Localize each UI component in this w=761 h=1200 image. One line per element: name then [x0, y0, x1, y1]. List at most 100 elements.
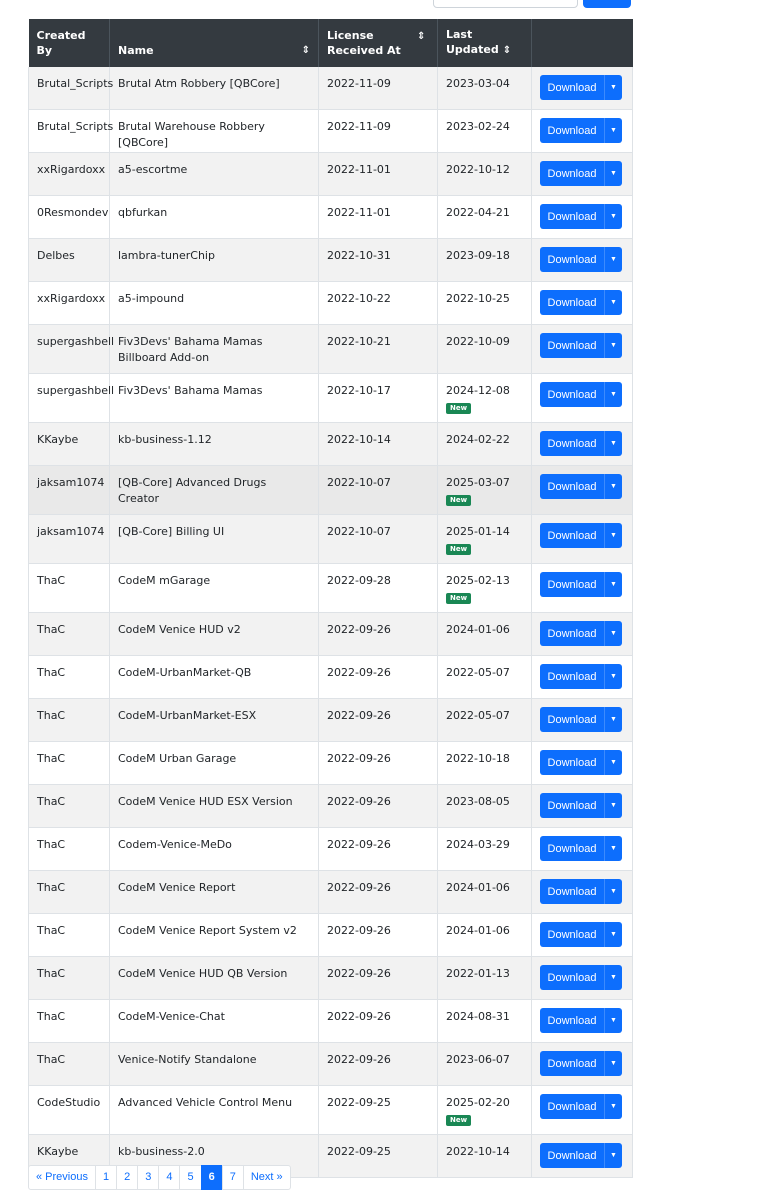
download-button[interactable]: Download [540, 382, 604, 407]
download-button[interactable]: Download [540, 247, 604, 272]
cell-name: CodeM-Venice-Chat [109, 999, 319, 1043]
caret-down-icon[interactable]: ▼ [604, 523, 622, 548]
download-button[interactable]: Download [540, 118, 604, 143]
caret-down-icon[interactable]: ▼ [604, 965, 622, 990]
cell-last-updated-text: 2022-10-09 [446, 335, 510, 348]
search-input[interactable] [433, 0, 578, 8]
caret-down-icon[interactable]: ▼ [604, 707, 622, 732]
caret-down-icon[interactable]: ▼ [604, 836, 622, 861]
table-header-row: Created By Name ⇕ License Received At ⇕ La… [28, 19, 633, 67]
caret-down-icon[interactable]: ▼ [604, 750, 622, 775]
cell-name-text: a5-escortme [118, 163, 188, 176]
caret-down-icon[interactable]: ▼ [604, 474, 622, 499]
pagination-page-3[interactable]: 3 [137, 1165, 160, 1190]
search-button[interactable] [583, 0, 631, 8]
caret-down-icon[interactable]: ▼ [604, 1143, 622, 1168]
download-button[interactable]: Download [540, 204, 604, 229]
download-button[interactable]: Download [540, 879, 604, 904]
column-header-created-by[interactable]: Created By [28, 19, 110, 67]
cell-created-by-text: ThaC [37, 623, 66, 636]
caret-down-icon[interactable]: ▼ [604, 247, 622, 272]
download-button[interactable]: Download [540, 572, 604, 597]
caret-down-icon[interactable]: ▼ [604, 879, 622, 904]
download-button[interactable]: Download [540, 750, 604, 775]
pagination-page-6[interactable]: 6 [200, 1165, 223, 1190]
download-button[interactable]: Download [540, 1051, 604, 1076]
download-button[interactable]: Download [540, 161, 604, 186]
download-button[interactable]: Download [540, 333, 604, 358]
column-header-license-received[interactable]: License Received At ⇕ [318, 19, 438, 67]
cell-license-received-text: 2022-09-26 [327, 623, 391, 636]
caret-down-icon[interactable]: ▼ [604, 118, 622, 143]
caret-down-icon[interactable]: ▼ [604, 431, 622, 456]
download-button-group: Download ▼ [540, 664, 624, 689]
cell-license-received-text: 2022-10-31 [327, 249, 391, 262]
cell-license-received-text: 2022-11-01 [327, 206, 391, 219]
download-button[interactable]: Download [540, 664, 604, 689]
pagination-previous[interactable]: « Previous [28, 1165, 96, 1190]
cell-created-by-text: ThaC [37, 574, 66, 587]
download-button[interactable]: Download [540, 836, 604, 861]
download-button[interactable]: Download [540, 431, 604, 456]
caret-down-icon[interactable]: ▼ [604, 793, 622, 818]
cell-last-updated: 2023-06-07 [437, 1042, 532, 1086]
cell-last-updated-text: 2023-02-24 [446, 120, 510, 133]
download-button[interactable]: Download [540, 290, 604, 315]
download-button[interactable]: Download [540, 1094, 604, 1119]
caret-down-icon[interactable]: ▼ [604, 621, 622, 646]
cell-last-updated: 2024-01-06 [437, 870, 532, 914]
cell-created-by-text: ThaC [37, 1053, 66, 1066]
download-button[interactable]: Download [540, 1008, 604, 1033]
pagination-page-4[interactable]: 4 [158, 1165, 181, 1190]
sort-icon: ⇕ [417, 31, 426, 42]
cell-license-received: 2022-09-26 [318, 1042, 438, 1086]
cell-license-received-text: 2022-09-26 [327, 709, 391, 722]
cell-last-updated-text: 2024-03-29 [446, 838, 510, 851]
pagination-next[interactable]: Next » [242, 1165, 291, 1190]
new-badge: New [446, 544, 472, 555]
cell-last-updated-text: 2024-01-06 [446, 623, 510, 636]
download-button[interactable]: Download [540, 793, 604, 818]
cell-last-updated-text: 2025-01-14 [446, 525, 510, 538]
pagination-page-1[interactable]: 1 [94, 1165, 118, 1190]
download-button[interactable]: Download [540, 965, 604, 990]
pagination-page-5[interactable]: 5 [179, 1165, 202, 1190]
cell-last-updated-text: 2023-03-04 [446, 77, 510, 90]
download-button[interactable]: Download [540, 75, 604, 100]
caret-down-icon[interactable]: ▼ [604, 1008, 622, 1033]
download-button[interactable]: Download [540, 707, 604, 732]
cell-last-updated: 2022-10-09 [437, 324, 532, 374]
caret-down-icon[interactable]: ▼ [604, 290, 622, 315]
cell-created-by-text: 0Resmondev [37, 206, 109, 219]
caret-down-icon[interactable]: ▼ [604, 161, 622, 186]
caret-down-icon[interactable]: ▼ [604, 1051, 622, 1076]
table-row: ThaC CodeM Venice Report System v2 2022-09… [28, 913, 633, 957]
cell-actions: Download ▼ [531, 698, 633, 742]
caret-down-icon[interactable]: ▼ [604, 1094, 622, 1119]
cell-created-by-text: KKaybe [37, 1145, 79, 1158]
download-button-group: Download ▼ [540, 621, 624, 646]
cell-created-by: Delbes [28, 238, 110, 282]
cell-license-received: 2022-09-26 [318, 698, 438, 742]
download-button[interactable]: Download [540, 474, 604, 499]
pagination-page-7[interactable]: 7 [221, 1165, 244, 1190]
caret-down-icon[interactable]: ▼ [604, 204, 622, 229]
column-header-last-updated[interactable]: Last Updated ⇕ [437, 19, 532, 67]
download-button[interactable]: Download [540, 523, 604, 548]
cell-name-text: CodeM Venice HUD v2 [118, 623, 241, 636]
download-button[interactable]: Download [540, 621, 604, 646]
cell-created-by: xxRigardoxx [28, 152, 110, 196]
column-header-name[interactable]: Name ⇕ [109, 19, 319, 67]
cell-name-text: CodeM Venice Report System v2 [118, 924, 297, 937]
cell-name-text: lambra-tunerChip [118, 249, 215, 262]
caret-down-icon[interactable]: ▼ [604, 75, 622, 100]
cell-name-text: Advanced Vehicle Control Menu [118, 1096, 293, 1109]
caret-down-icon[interactable]: ▼ [604, 572, 622, 597]
caret-down-icon[interactable]: ▼ [604, 382, 622, 407]
download-button[interactable]: Download [540, 922, 604, 947]
caret-down-icon[interactable]: ▼ [604, 333, 622, 358]
caret-down-icon[interactable]: ▼ [604, 922, 622, 947]
caret-down-icon[interactable]: ▼ [604, 664, 622, 689]
pagination-page-2[interactable]: 2 [116, 1165, 139, 1190]
download-button[interactable]: Download [540, 1143, 604, 1168]
